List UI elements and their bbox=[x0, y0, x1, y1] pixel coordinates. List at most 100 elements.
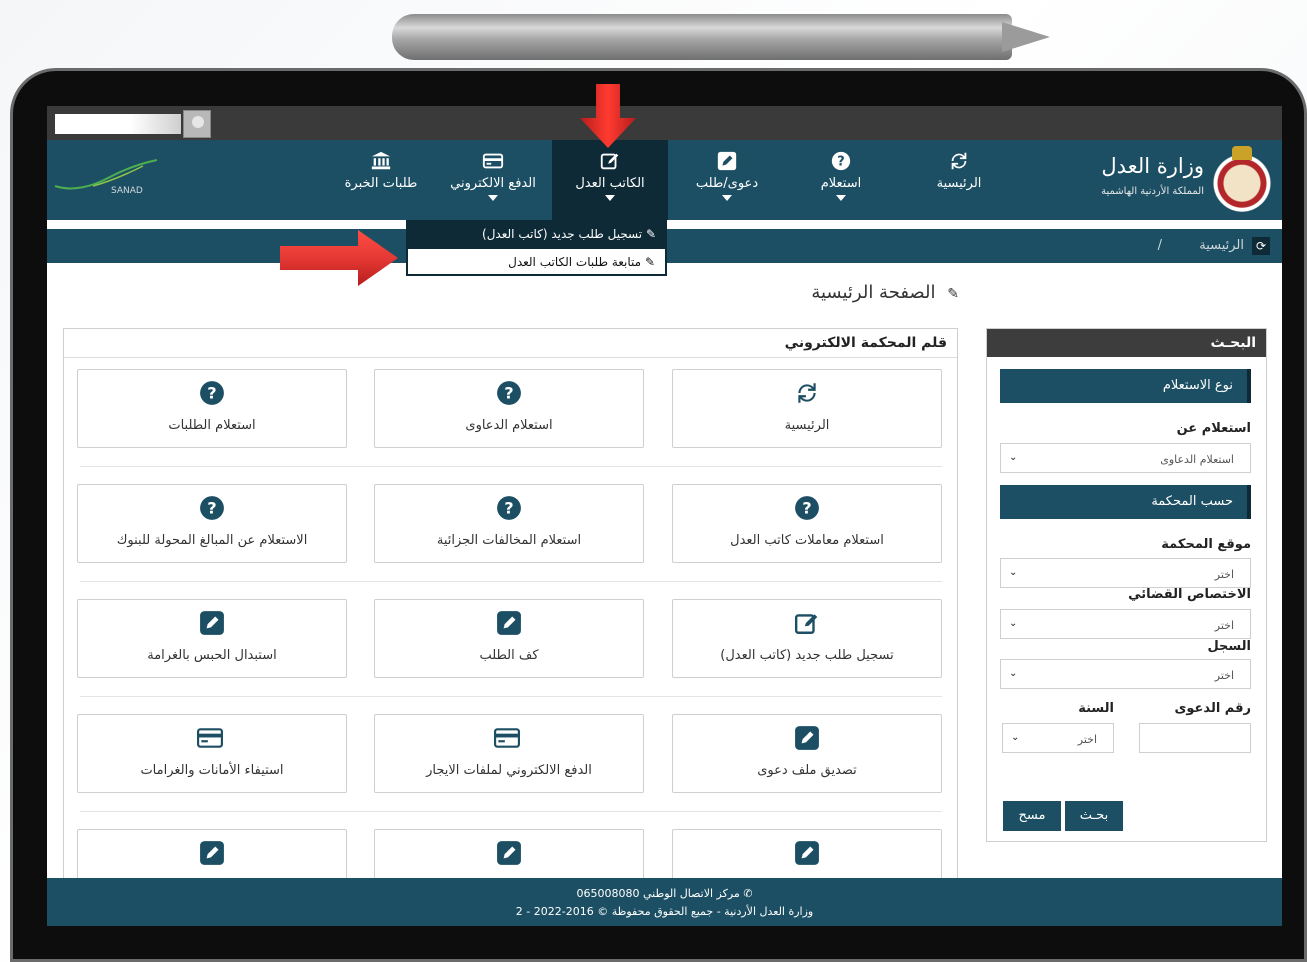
menu-item-new-notary-request[interactable]: ✎ تسجيل طلب جديد (كاتب العدل) bbox=[407, 221, 666, 248]
service-tile-label: استعلام المخالفات الجزائية bbox=[436, 533, 582, 548]
question-icon: ? bbox=[794, 495, 820, 521]
service-tile[interactable]: ? استعلام المخالفات الجزائية bbox=[374, 484, 644, 563]
svg-text:?: ? bbox=[837, 155, 844, 170]
svg-text:?: ? bbox=[504, 498, 513, 517]
chevron-down-icon: ⌄ bbox=[1009, 668, 1018, 679]
chevron-down-icon: ⌄ bbox=[1009, 452, 1018, 463]
refresh-icon bbox=[951, 152, 967, 170]
pen-square-icon bbox=[600, 153, 619, 170]
service-tile-label: الاستعلام عن المبالغ المحولة للبنوك bbox=[116, 533, 308, 548]
service-tile-label: استعلام الدعاوى bbox=[465, 418, 553, 433]
refresh-icon[interactable]: ⟳ bbox=[1252, 237, 1270, 255]
court-location-select[interactable]: اختر ⌄ bbox=[1000, 558, 1251, 588]
nav-epayment[interactable]: الدفع الالكتروني bbox=[435, 140, 551, 220]
svg-text:?: ? bbox=[207, 383, 216, 402]
sanad-logo[interactable]: SANAD bbox=[53, 156, 163, 206]
select-value: اختر bbox=[1077, 733, 1097, 746]
divider bbox=[64, 357, 957, 358]
question-icon: ? bbox=[199, 380, 225, 406]
nav-home[interactable]: الرئيسية bbox=[917, 140, 1001, 220]
menu-item-track-notary-requests[interactable]: ✎ متابعة طلبات الكاتب العدل bbox=[407, 248, 666, 275]
case-number-input[interactable] bbox=[1139, 723, 1251, 753]
kingdom-name: المملكة الأردنية الهاشمية bbox=[1101, 186, 1204, 197]
sanad-swoosh-icon bbox=[54, 159, 158, 190]
chevron-down-icon: ⌄ bbox=[1009, 618, 1018, 629]
service-tile-label: تسجيل طلب جديد (كاتب العدل) bbox=[720, 648, 894, 663]
service-tile[interactable]: ? استعلام الطلبات bbox=[77, 369, 347, 448]
pen-square-icon bbox=[794, 610, 820, 636]
e-court-heading: قلم المحكمة الالكتروني bbox=[784, 335, 947, 351]
edit-icon bbox=[199, 840, 225, 866]
service-tile[interactable]: الدفع الالكتروني لملفات الايجار bbox=[374, 714, 644, 793]
username-field[interactable] bbox=[55, 114, 181, 134]
edit-icon bbox=[496, 840, 522, 866]
year-label: السنة bbox=[1078, 701, 1114, 716]
breadcrumb-home[interactable]: الرئيسية bbox=[1199, 238, 1244, 253]
user-avatar-icon[interactable] bbox=[183, 110, 211, 138]
notary-dropdown-menu: ✎ تسجيل طلب جديد (كاتب العدل) ✎ متابعة ط… bbox=[406, 220, 667, 276]
svg-text:?: ? bbox=[504, 383, 513, 402]
edit-icon bbox=[199, 610, 225, 636]
service-tile-label: استعلام معاملات كاتب العدل bbox=[730, 533, 884, 548]
service-tile[interactable]: ? استعلام معاملات كاتب العدل bbox=[672, 484, 942, 563]
credit-card-icon bbox=[482, 153, 504, 169]
jurisdiction-label: الاختصاص القضائي bbox=[1128, 587, 1251, 602]
svg-text:?: ? bbox=[207, 498, 216, 517]
nav-case-request[interactable]: دعوى/طلب bbox=[677, 140, 777, 220]
service-tile-label: تصديق ملف دعوى bbox=[757, 763, 857, 778]
register-select[interactable]: اختر ⌄ bbox=[1000, 659, 1251, 689]
service-tile[interactable]: استيفاء الأمانات والغرامات bbox=[77, 714, 347, 793]
service-tile[interactable]: استبدال الحبس بالغرامة bbox=[77, 599, 347, 678]
query-about-select[interactable]: استعلام الدعاوى ⌄ bbox=[1000, 443, 1251, 473]
service-tile[interactable]: ? الاستعلام عن المبالغ المحولة للبنوك bbox=[77, 484, 347, 563]
service-tile[interactable]: ? استعلام الدعاوى bbox=[374, 369, 644, 448]
e-court-panel: قلم المحكمة الالكتروني الرئيسية? استعلام … bbox=[63, 328, 958, 888]
chevron-down-icon: ⌄ bbox=[1009, 567, 1018, 578]
select-value: استعلام الدعاوى bbox=[1160, 453, 1234, 466]
red-arrow-down-icon bbox=[580, 84, 636, 148]
nav-expertise[interactable]: طلبات الخبرة bbox=[331, 140, 431, 220]
chevron-down-icon bbox=[836, 195, 846, 201]
year-select[interactable]: اختر ⌄ bbox=[1002, 723, 1114, 753]
select-value: اختر bbox=[1214, 619, 1234, 632]
page-title: ✎ الصفحة الرئيسية bbox=[811, 282, 959, 303]
credit-card-icon bbox=[494, 725, 522, 751]
service-tile[interactable]: تصديق ملف دعوى bbox=[672, 714, 942, 793]
search-button[interactable]: بحـث bbox=[1065, 801, 1123, 831]
edit-icon bbox=[496, 610, 522, 636]
register-label: السجل bbox=[1207, 639, 1251, 654]
chevron-down-icon bbox=[722, 195, 732, 201]
row-separator bbox=[80, 466, 942, 467]
clear-button[interactable]: مسح bbox=[1003, 801, 1061, 831]
menu-item-label: تسجيل طلب جديد (كاتب العدل) bbox=[482, 227, 643, 241]
edit-icon bbox=[794, 725, 820, 751]
nav-notary[interactable]: الكاتب العدل bbox=[552, 140, 668, 220]
nav-inquiry-label: استعلام bbox=[820, 176, 862, 191]
question-icon: ? bbox=[496, 380, 522, 406]
section-by-court: حسب المحكمة bbox=[1000, 485, 1251, 519]
case-number-label: رقم الدعوى bbox=[1174, 701, 1251, 716]
refresh-icon bbox=[794, 380, 820, 406]
service-tile-label: الرئيسية bbox=[784, 418, 830, 433]
service-tile[interactable]: تسجيل طلب جديد (كاتب العدل) bbox=[672, 599, 942, 678]
nav-epayment-label: الدفع الالكتروني bbox=[450, 176, 536, 191]
call-center-text: مركز الاتصال الوطني 065008080 bbox=[576, 887, 740, 900]
chevron-down-icon bbox=[605, 195, 615, 201]
question-icon: ? bbox=[496, 495, 522, 521]
service-tile[interactable]: الرئيسية bbox=[672, 369, 942, 448]
footer-call-center: ✆ مركز الاتصال الوطني 065008080 bbox=[47, 887, 1282, 900]
pen-square-icon: ✎ bbox=[644, 255, 655, 269]
search-panel: البحـث نوع الاستعلام استعلام عن استعلام … bbox=[986, 328, 1267, 842]
app-screen: وزارة العدل المملكة الأردنية الهاشمية SA… bbox=[47, 106, 1282, 926]
sanad-label: SANAD bbox=[111, 186, 143, 196]
pen-square-icon: ✎ bbox=[645, 227, 656, 241]
red-arrow-right-icon bbox=[280, 230, 398, 286]
nav-inquiry[interactable]: ? استعلام bbox=[799, 140, 883, 220]
service-tile[interactable]: كف الطلب bbox=[374, 599, 644, 678]
ministry-logo[interactable]: وزارة العدل المملكة الأردنية الهاشمية bbox=[1072, 146, 1272, 212]
jurisdiction-select[interactable]: اختر ⌄ bbox=[1000, 609, 1251, 639]
service-tile-label: الدفع الالكتروني لملفات الايجار bbox=[426, 763, 592, 778]
footer-copyright: وزارة العدل الأردنية - جميع الحقوق محفوظ… bbox=[515, 905, 814, 918]
row-separator bbox=[80, 696, 942, 697]
search-heading: البحـث bbox=[987, 329, 1266, 357]
